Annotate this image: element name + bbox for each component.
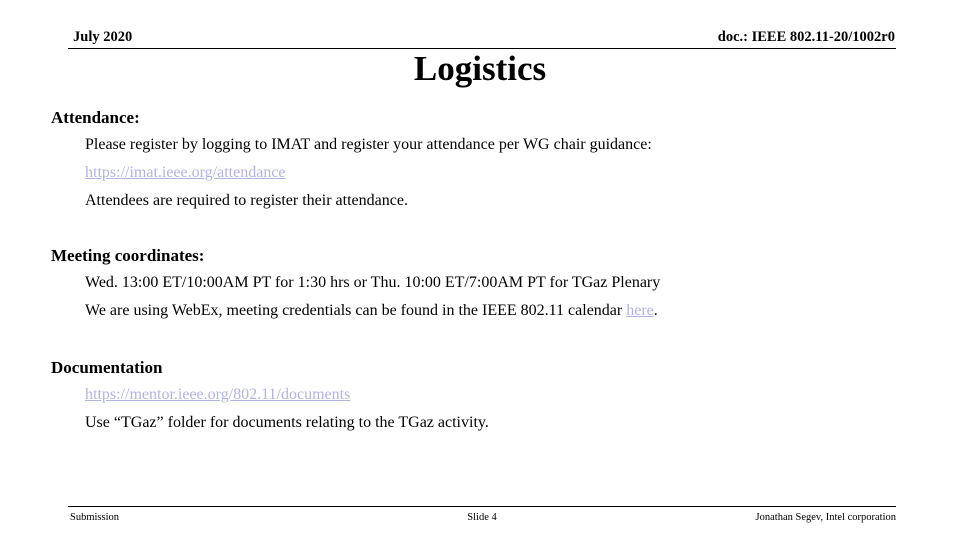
footer-slide-number: Slide 4: [467, 512, 497, 523]
section-meeting-coordinates: Meeting coordinates: Wed. 13:00 ET/10:00…: [51, 243, 911, 325]
footer-submission: Submission: [70, 512, 120, 523]
header-doc-number: doc.: IEEE 802.11-20/1002r0: [717, 29, 895, 45]
section-heading-attendance: Attendance:: [51, 108, 140, 127]
section-spacer-2: [51, 325, 911, 355]
attendance-imat-link-row: https://imat.ieee.org/attendance: [85, 159, 911, 187]
mentor-documents-link[interactable]: https://mentor.ieee.org/802.11/documents: [85, 386, 350, 403]
calendar-here-link[interactable]: here: [626, 302, 654, 319]
slide-body: Attendance: Please register by logging t…: [51, 105, 911, 437]
documentation-line-folder: Use “TGaz” folder for documents relating…: [85, 414, 489, 431]
footer-author: Jonathan Segev, Intel corporation: [755, 512, 896, 523]
meeting-webex-text: We are using WebEx, meeting credentials …: [85, 302, 627, 319]
slide-header: July 2020 doc.: IEEE 802.11-20/1002r0: [68, 28, 896, 49]
section-attendance: Attendance: Please register by logging t…: [51, 105, 911, 215]
section-documentation: Documentation https://mentor.ieee.org/80…: [51, 355, 911, 437]
imat-attendance-link[interactable]: https://imat.ieee.org/attendance: [85, 164, 286, 181]
header-date: July 2020: [73, 29, 133, 45]
attendance-line-register: Please register by logging to IMAT and r…: [85, 136, 652, 153]
section-heading-documentation: Documentation: [51, 358, 163, 377]
meeting-line-webex: We are using WebEx, meeting credentials …: [85, 297, 911, 325]
attendance-line-required: Attendees are required to register their…: [85, 192, 408, 209]
slide-footer: Submission Slide 4 Jonathan Segev, Intel…: [68, 506, 896, 533]
section-heading-meeting-coordinates: Meeting coordinates:: [51, 246, 205, 265]
documentation-mentor-link-row: https://mentor.ieee.org/802.11/documents: [85, 381, 911, 409]
slide-title: Logistics: [413, 49, 547, 88]
meeting-webex-tail: .: [653, 302, 658, 319]
meeting-line-times: Wed. 13:00 ET/10:00AM PT for 1:30 hrs or…: [85, 274, 661, 291]
section-spacer-1: [51, 215, 911, 243]
